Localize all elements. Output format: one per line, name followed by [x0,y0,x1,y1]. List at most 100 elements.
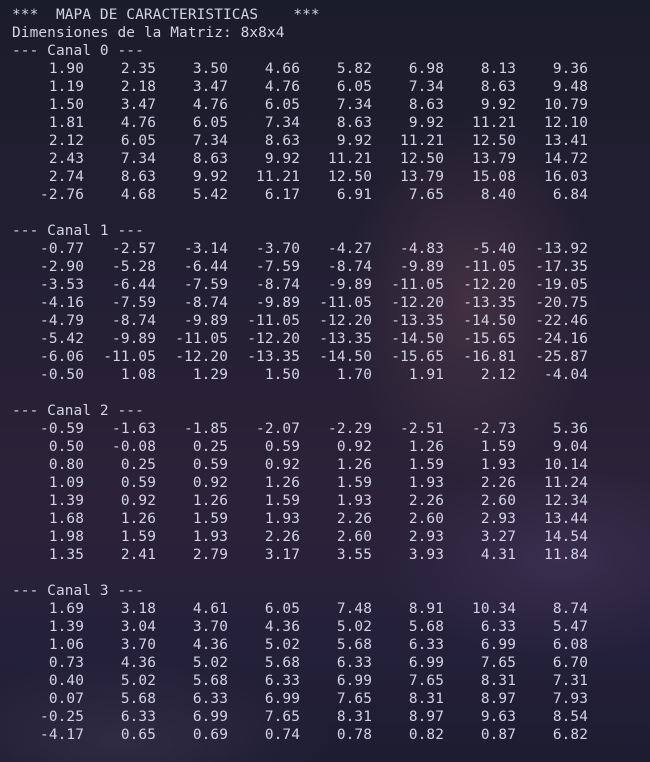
channel-block: --- Canal 2 --- -0.59 -1.63 -1.85 -2.07 -2.29… [12,402,588,582]
matrix-cell: 9.63 [480,709,516,725]
channel-block: --- Canal 3 --- 1.69 3.18 4.61 6.05 7.48 8.91 1… [12,582,588,744]
matrix-cell: 12.34 [544,493,588,509]
matrix-cell: 7.65 [480,655,516,671]
matrix-cell: -22.46 [535,313,588,329]
matrix-row: 1.39 0.92 1.26 1.59 1.93 2.26 2.60 12.34 [12,492,588,510]
matrix-cell: -3.53 [40,277,84,293]
matrix-cell: 7.48 [336,601,372,617]
matrix-cell: 3.70 [192,619,228,635]
matrix-cell: -9.89 [328,277,372,293]
matrix-cell: 6.84 [552,187,588,203]
matrix-row: -0.25 6.33 6.99 7.65 8.31 8.97 9.63 8.54 [12,708,588,726]
channel-header: --- Canal 1 --- [12,223,144,239]
matrix-cell: 6.33 [480,619,516,635]
matrix-cell: 5.82 [336,61,372,77]
matrix-cell: 12.50 [400,151,444,167]
matrix-cell: -12.20 [391,295,444,311]
matrix-cell: -9.89 [184,313,228,329]
matrix-cell: 6.05 [264,97,300,113]
matrix-cell: 1.93 [336,493,372,509]
matrix-cell: 12.10 [544,115,588,131]
matrix-row: 1.19 2.18 3.47 4.76 6.05 7.34 8.63 9.48 [12,78,588,96]
matrix-cell: 8.63 [264,133,300,149]
matrix-cell: 4.31 [480,547,516,563]
matrix-cell: -7.59 [112,295,156,311]
matrix-cell: 3.93 [408,547,444,563]
matrix-cell: 1.59 [264,493,300,509]
matrix-cell: 3.47 [120,97,156,113]
matrix-cell: 8.31 [480,673,516,689]
matrix-cell: 0.40 [48,673,84,689]
matrix-cell: 5.02 [120,673,156,689]
matrix-cell: 4.36 [120,655,156,671]
matrix-cell: -16.81 [463,349,516,365]
matrix-cell: 5.02 [264,637,300,653]
title-line: *** MAPA DE CARACTERISTICAS *** [12,7,320,23]
matrix-cell: 3.27 [480,529,516,545]
matrix-cell: 1.09 [48,475,84,491]
matrix-row: 1.69 3.18 4.61 6.05 7.48 8.91 10.34 8.74 [12,600,588,618]
matrix-cell: 7.34 [192,133,228,149]
matrix-cell: 0.25 [120,457,156,473]
matrix-cell: 7.65 [264,709,300,725]
matrix-row: -0.50 1.08 1.29 1.50 1.70 1.91 2.12 -4.04 [12,366,588,384]
matrix-cell: -0.77 [40,241,84,257]
matrix-cell: 6.33 [192,691,228,707]
matrix-cell: -5.28 [112,259,156,275]
matrix-cell: -4.04 [544,367,588,383]
matrix-cell: 1.19 [48,79,84,95]
matrix-cell: -12.20 [463,277,516,293]
matrix-cell: -8.74 [112,313,156,329]
matrix-cell: 13.41 [544,133,588,149]
matrix-cell: 6.33 [120,709,156,725]
matrix-cell: 7.31 [552,673,588,689]
matrix-row: 1.35 2.41 2.79 3.17 3.55 3.93 4.31 11.84 [12,546,588,564]
matrix-row: 0.80 0.25 0.59 0.92 1.26 1.59 1.93 10.14 [12,456,588,474]
matrix-row: 0.40 5.02 5.68 6.33 6.99 7.65 8.31 7.31 [12,672,588,690]
matrix-cell: 2.18 [120,79,156,95]
channel-list: --- Canal 0 --- 1.90 2.35 3.50 4.66 5.82 6.98 8… [12,42,588,744]
matrix-cell: 9.48 [552,79,588,95]
matrix-cell: 9.92 [264,151,300,167]
matrix-cell: -14.50 [319,349,372,365]
matrix-cell: -12.20 [175,349,228,365]
matrix-row: -4.16 -7.59 -8.74 -9.89 -11.05 -12.20 -13.35 -2… [12,294,588,312]
matrix-cell: 8.31 [336,709,372,725]
channel-header: --- Canal 3 --- [12,583,144,599]
matrix-cell: -7.59 [256,259,300,275]
matrix-cell: 6.99 [336,673,372,689]
matrix-cell: -9.89 [112,331,156,347]
matrix-cell: 2.93 [408,529,444,545]
matrix-row: 1.90 2.35 3.50 4.66 5.82 6.98 8.13 9.36 [12,60,588,78]
matrix-cell: 6.82 [552,727,588,743]
matrix-row: -5.42 -9.89 -11.05 -12.20 -13.35 -14.50 -15.65… [12,330,588,348]
matrix-cell: 1.50 [48,97,84,113]
dimensions-line: Dimensiones de la Matriz: 8x8x4 [12,25,285,41]
matrix-cell: -15.65 [391,349,444,365]
matrix-row: -3.53 -6.44 -7.59 -8.74 -9.89 -11.05 -12.20 -19… [12,276,588,294]
matrix-cell: 6.05 [336,79,372,95]
matrix-cell: 0.92 [336,439,372,455]
matrix-row: -4.79 -8.74 -9.89 -11.05 -12.20 -13.35 -14.50 -… [12,312,588,330]
matrix-cell: 0.78 [336,727,372,743]
matrix-cell: 8.63 [336,115,372,131]
matrix-cell: 0.50 [48,439,84,455]
matrix-cell: 5.68 [192,673,228,689]
matrix-cell: 11.21 [256,169,300,185]
matrix-cell: 8.91 [408,601,444,617]
matrix-cell: -20.75 [535,295,588,311]
matrix-cell: 1.59 [408,457,444,473]
matrix-cell: -4.16 [40,295,84,311]
matrix-cell: -13.35 [247,349,300,365]
matrix-cell: 7.65 [408,673,444,689]
matrix-cell: 5.42 [192,187,228,203]
matrix-cell: 4.61 [192,601,228,617]
matrix-row: -0.77 -2.57 -3.14 -3.70 -4.27 -4.83 -5.40 -13.9… [12,240,588,258]
matrix-cell: 7.34 [408,79,444,95]
matrix-cell: -11.05 [103,349,156,365]
matrix-cell: 9.92 [336,133,372,149]
matrix-cell: -2.90 [40,259,84,275]
matrix-cell: 4.76 [264,79,300,95]
matrix-cell: 4.68 [120,187,156,203]
